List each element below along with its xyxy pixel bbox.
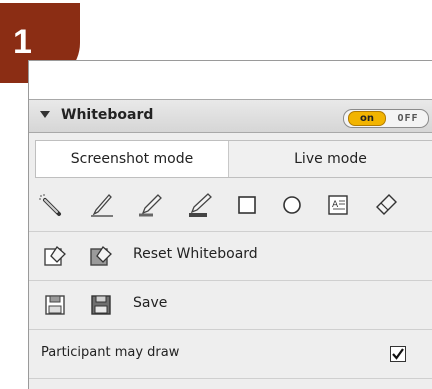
panel-title: Whiteboard (61, 107, 154, 123)
highlighter-tool-icon[interactable] (137, 192, 163, 218)
participant-may-draw-checkbox[interactable] (390, 346, 406, 362)
mode-selector: Screenshot mode Live mode (35, 140, 432, 178)
reset-whiteboard-row: Reset Whiteboard (29, 232, 432, 281)
save-disk-icon[interactable] (43, 293, 69, 317)
rectangle-tool-icon[interactable] (234, 192, 260, 218)
step-number: 1 (13, 23, 32, 61)
toggle-on-label: on (348, 111, 386, 126)
pointer-tool-icon[interactable] (37, 192, 63, 218)
save-button[interactable]: Save (133, 295, 167, 311)
reset-whiteboard-icon[interactable] (89, 244, 115, 268)
ellipse-tool-icon[interactable] (279, 192, 305, 218)
whiteboard-header[interactable]: Whiteboard on OFF (29, 99, 432, 133)
save-row: Save (29, 281, 432, 330)
reset-eraser-icon[interactable] (43, 244, 69, 268)
panel-top-frame (28, 60, 432, 100)
whiteboard-toggle[interactable]: on OFF (343, 109, 429, 128)
toggle-off-label: OFF (397, 113, 419, 124)
reset-whiteboard-button[interactable]: Reset Whiteboard (133, 246, 258, 262)
eraser-tool-icon[interactable] (373, 192, 399, 218)
participant-may-draw-label: Participant may draw (41, 345, 180, 360)
drawing-tools-toolbar: A (29, 182, 432, 232)
save-disk-dark-icon[interactable] (89, 293, 115, 317)
pen-tool-icon[interactable] (89, 192, 115, 218)
participant-may-draw-row: Participant may draw (29, 330, 432, 379)
tab-screenshot-mode[interactable]: Screenshot mode (36, 141, 229, 177)
checkmark-icon (392, 348, 404, 360)
collapse-caret-icon[interactable] (40, 111, 50, 118)
text-tool-icon[interactable]: A (325, 192, 351, 218)
tab-live-mode[interactable]: Live mode (229, 141, 432, 177)
whiteboard-panel: Whiteboard on OFF Screenshot mode Live m… (28, 99, 432, 389)
marker-tool-icon[interactable] (187, 192, 213, 218)
